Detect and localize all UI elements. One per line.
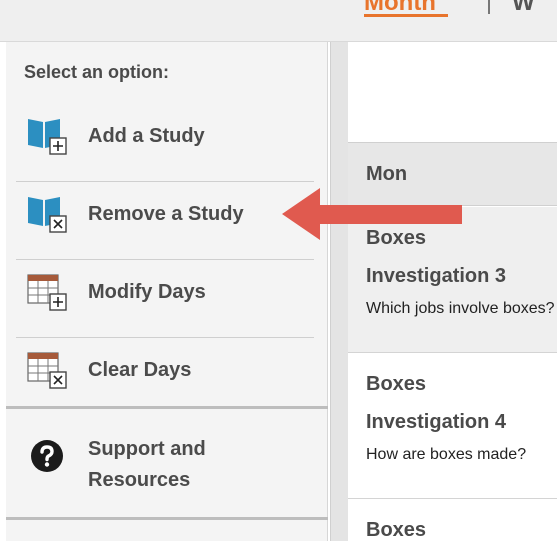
remove-study-option[interactable]: Remove a Study <box>6 182 328 260</box>
section-divider <box>6 517 328 520</box>
entry-question: How are boxes made? <box>366 446 527 463</box>
day-label: Mon <box>366 163 408 185</box>
calendar-scroll-strip <box>330 42 348 541</box>
view-switcher: Month W <box>0 0 557 42</box>
calendar-entry[interactable]: Boxes <box>348 499 557 541</box>
remove-study-label: Remove a Study <box>88 203 244 225</box>
panel-title: Select an option: <box>24 62 170 82</box>
add-study-label: Add a Study <box>88 125 205 147</box>
options-panel: Select an option: Add a Study Remove a S… <box>6 42 328 541</box>
entry-investigation: Investigation 3 <box>366 265 507 287</box>
entry-question: Which jobs involve boxes? <box>366 300 555 317</box>
clear-days-label: Clear Days <box>88 359 192 381</box>
entry-study: Boxes <box>366 519 427 541</box>
calendar-add-icon <box>27 274 67 311</box>
active-tab-underline <box>364 14 448 17</box>
entry-study: Boxes <box>366 373 427 395</box>
tab-divider <box>488 0 490 14</box>
book-remove-icon <box>28 197 67 233</box>
annotation-arrow <box>282 188 462 240</box>
tab-week[interactable]: W <box>512 0 535 17</box>
calendar-clear-icon <box>27 352 67 389</box>
support-label-line1: Support and <box>88 438 206 460</box>
clear-days-option[interactable]: Clear Days <box>6 338 328 416</box>
modify-days-label: Modify Days <box>88 281 206 303</box>
modify-days-option[interactable]: Modify Days <box>6 260 328 338</box>
book-add-icon <box>28 119 67 155</box>
question-circle-icon <box>31 440 63 472</box>
add-study-option[interactable]: Add a Study <box>6 104 328 182</box>
support-label-line2: Resources <box>88 469 191 491</box>
support-resources-option[interactable]: Support and Resources <box>6 409 328 517</box>
calendar-entry[interactable]: Boxes Investigation 4 How are boxes made… <box>348 353 557 499</box>
entry-investigation: Investigation 4 <box>366 411 507 433</box>
